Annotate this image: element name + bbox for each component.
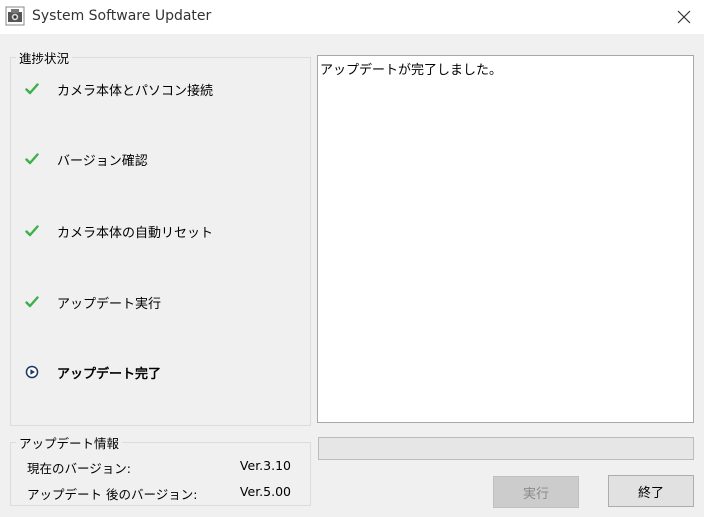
progress-groupbox: 進捗状況 カメラ本体とパソコン接続 バージョン確認 カメラ本体の自動リセット ア… — [10, 48, 311, 426]
window-title: System Software Updater — [32, 8, 212, 24]
step-update-complete: アップデート完了 — [25, 362, 161, 382]
step-label: カメラ本体の自動リセット — [57, 225, 214, 241]
check-icon — [25, 225, 39, 237]
run-button[interactable]: 実行 — [493, 476, 579, 508]
check-icon — [25, 296, 39, 308]
step-label: バージョン確認 — [57, 153, 148, 169]
step-auto-reset: カメラ本体の自動リセット — [25, 221, 213, 241]
close-icon[interactable] — [674, 7, 694, 27]
exit-button[interactable]: 終了 — [608, 475, 694, 507]
current-version-value: Ver.3.10 — [239, 458, 291, 473]
step-connect: カメラ本体とパソコン接続 — [25, 79, 213, 99]
step-label: アップデート完了 — [57, 366, 162, 382]
new-version-value: Ver.5.00 — [239, 484, 291, 499]
progress-group-legend: 進捗状況 — [16, 48, 73, 67]
log-textarea[interactable]: アップデートが完了しました。 — [317, 55, 694, 423]
step-label: カメラ本体とパソコン接続 — [57, 83, 214, 99]
log-message: アップデートが完了しました。 — [320, 63, 503, 78]
play-circle-icon — [25, 365, 39, 379]
updater-window: System Software Updater 進捗状況 カメラ本体とパソコン接… — [0, 0, 704, 517]
info-group-legend: アップデート情報 — [16, 433, 123, 452]
check-icon — [25, 153, 39, 165]
new-version-label: アップデート 後のバージョン: — [27, 487, 198, 502]
step-label: アップデート実行 — [57, 296, 162, 312]
update-progress-bar — [318, 437, 694, 460]
step-version-check: バージョン確認 — [25, 149, 148, 169]
check-icon — [25, 83, 39, 95]
title-bar[interactable]: System Software Updater — [0, 0, 704, 34]
step-run-update: アップデート実行 — [25, 292, 161, 312]
camera-app-icon — [5, 6, 25, 26]
current-version-label: 現在のバージョン: — [27, 461, 131, 476]
update-info-groupbox: アップデート情報 現在のバージョン: Ver.3.10 アップデート 後のバージ… — [10, 433, 311, 506]
